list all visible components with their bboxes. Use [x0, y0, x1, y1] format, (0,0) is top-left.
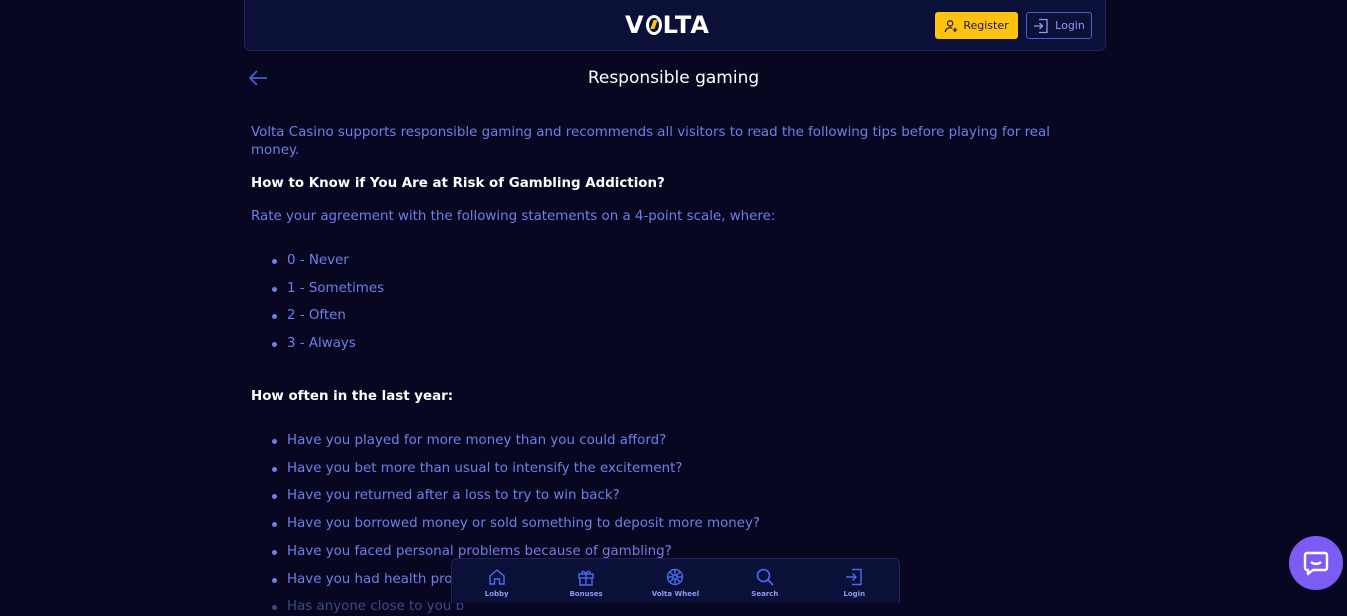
chat-button[interactable] [1289, 536, 1343, 590]
search-icon [756, 568, 774, 586]
logo-o [645, 15, 662, 35]
list-item: 1 - Sometimes [272, 280, 1101, 298]
login-label: Login [1055, 19, 1085, 32]
gift-icon [578, 570, 594, 586]
nav-label: Volta Wheel [651, 590, 700, 598]
nav-volta-wheel[interactable]: Volta Wheel [635, 564, 715, 598]
nav-label: Search [751, 590, 779, 598]
article-content: Volta Casino supports responsible gaming… [251, 124, 1101, 616]
login-icon [846, 568, 862, 586]
list-item: 0 - Never [272, 252, 1101, 270]
nav-login[interactable]: Login [814, 564, 894, 598]
bottom-nav: Lobby Bonuses Volta Wheel Search Login [451, 558, 900, 603]
risk-heading: How to Know if You Are at Risk of Gambli… [251, 176, 665, 191]
list-item: Have you bet more than usual to intensif… [272, 460, 1101, 478]
list-item: 2 - Often [272, 307, 1101, 325]
login-icon [1034, 18, 1048, 33]
intro-text: Volta Casino supports responsible gaming… [251, 125, 1050, 158]
chat-icon [1303, 551, 1329, 576]
nav-label: Login [843, 590, 866, 598]
nav-lobby[interactable]: Lobby [457, 564, 537, 598]
nav-label: Lobby [484, 590, 509, 598]
logo-lta: LTA [662, 11, 710, 39]
wheel-icon [667, 568, 684, 586]
page-title: Responsible gaming [587, 68, 760, 88]
scale-list: 0 - Never 1 - Sometimes 2 - Often 3 - Al… [251, 252, 1101, 353]
top-header: V LTA Register Login [244, 0, 1106, 51]
list-item: Have you returned after a loss to try to… [272, 487, 1101, 505]
nav-bonuses[interactable]: Bonuses [546, 564, 626, 598]
rate-text: Rate your agreement with the following s… [251, 209, 776, 224]
list-item: Have you played for more money than you … [272, 432, 1101, 450]
register-button[interactable]: Register [935, 12, 1018, 39]
logo-v: V [625, 11, 645, 39]
login-button[interactable]: Login [1026, 12, 1092, 39]
nav-label: Bonuses [569, 590, 603, 598]
list-item: Have you borrowed money or sold somethin… [272, 515, 1101, 533]
user-plus-icon [945, 19, 958, 32]
year-heading: How often in the last year: [251, 389, 454, 405]
volta-logo[interactable]: V LTA [625, 11, 710, 39]
list-item: 3 - Always [272, 335, 1101, 353]
register-label: Register [963, 19, 1009, 32]
nav-search[interactable]: Search [725, 564, 805, 598]
home-icon [488, 569, 505, 585]
